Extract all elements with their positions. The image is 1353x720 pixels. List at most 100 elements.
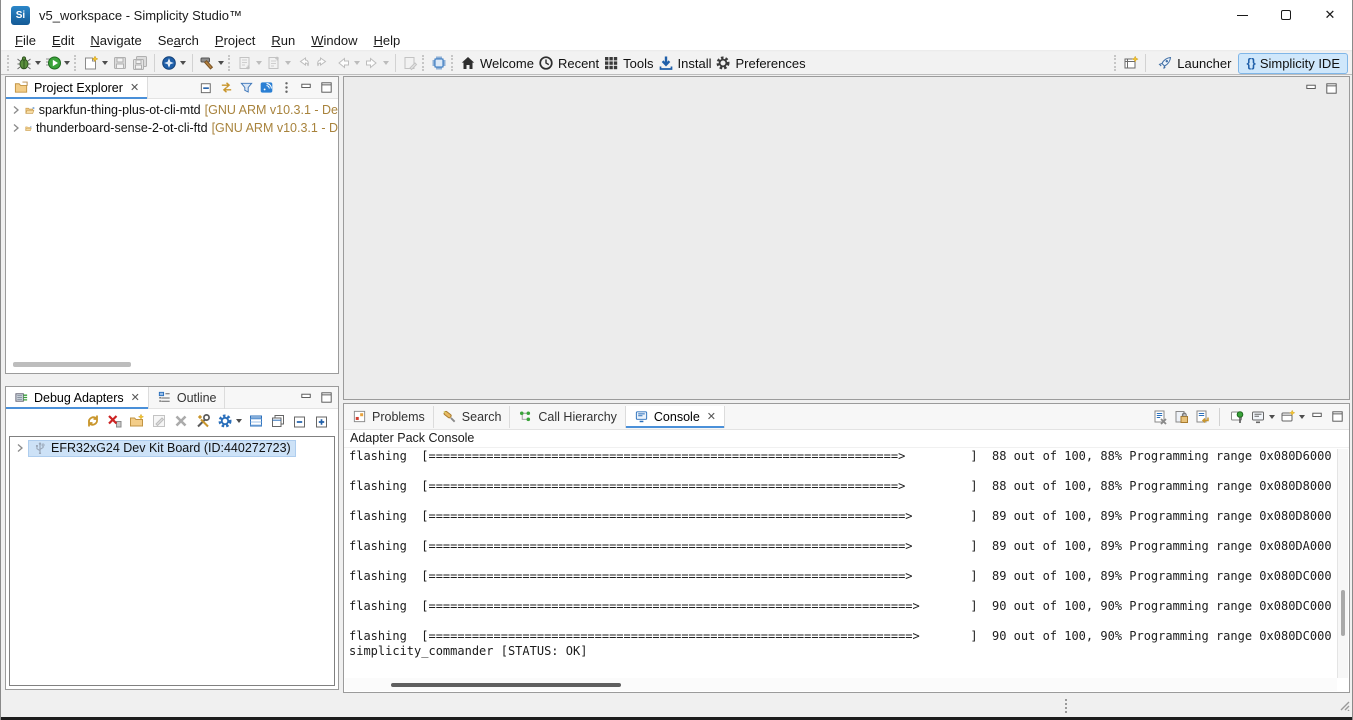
maximize-view-button[interactable]: [1330, 409, 1345, 424]
open-perspective-button[interactable]: [1121, 53, 1141, 74]
new-dropdown-caret[interactable]: [102, 61, 108, 65]
menu-item-window[interactable]: Window: [303, 30, 365, 51]
tree-item-project[interactable]: c thunderboard-sense-2-ot-cli-ftd [GNU A…: [6, 119, 338, 137]
console-horizontal-scrollbar[interactable]: [345, 678, 1337, 691]
maximize-button[interactable]: [1264, 0, 1308, 30]
collapse-all-button[interactable]: [199, 80, 214, 95]
menu-item-search[interactable]: Search: [150, 30, 207, 51]
refresh-adapters-button[interactable]: [85, 413, 101, 429]
debug-config-dropdown-caret[interactable]: [180, 61, 186, 65]
braces-icon: {}: [1246, 56, 1255, 70]
close-tab-icon[interactable]: ✕: [130, 81, 139, 94]
console-vertical-scrollbar[interactable]: [1337, 449, 1348, 678]
maximize-view-button[interactable]: [319, 390, 334, 405]
maximize-icon: [1281, 10, 1291, 20]
debug-adapters-tab-label: Debug Adapters: [34, 391, 124, 405]
tab-console[interactable]: Console ✕: [626, 406, 725, 428]
device-selection[interactable]: EFR32xG24 Dev Kit Board (ID:440272723): [29, 441, 295, 456]
menu-item-run[interactable]: Run: [263, 30, 303, 51]
new-group-button[interactable]: [129, 413, 145, 429]
debug-adapters-tabrow: Debug Adapters ✕ Outline: [6, 387, 338, 409]
adapter-tools-button[interactable]: [195, 413, 211, 429]
flash-programmer-button[interactable]: [429, 53, 449, 74]
minimize-view-button[interactable]: [299, 80, 314, 95]
welcome-button[interactable]: Welcome: [458, 53, 536, 74]
word-wrap-button[interactable]: [1194, 409, 1210, 425]
view-menu-icon: [279, 80, 294, 95]
tools-button[interactable]: Tools: [601, 53, 655, 74]
launcher-perspective-button[interactable]: Launcher: [1150, 53, 1238, 74]
run-dropdown-caret[interactable]: [64, 61, 70, 65]
tab-debug-adapters[interactable]: Debug Adapters ✕: [6, 387, 149, 409]
resize-grip[interactable]: [1338, 698, 1350, 716]
console-body[interactable]: flashing [==============================…: [345, 449, 1337, 678]
menu-item-file[interactable]: File: [7, 30, 44, 51]
filter-button[interactable]: [239, 80, 254, 95]
view-menu-button[interactable]: [279, 80, 294, 95]
tab-outline[interactable]: Outline: [149, 387, 226, 409]
copy-layout-button[interactable]: [270, 413, 286, 429]
minimize-button[interactable]: [1220, 0, 1264, 30]
install-button[interactable]: Install: [656, 53, 714, 74]
si-view-button[interactable]: [259, 80, 274, 95]
maximize-view-icon: [319, 80, 334, 95]
debug-button[interactable]: [14, 53, 43, 74]
build-dropdown-caret[interactable]: [218, 61, 224, 65]
adapter-settings-button[interactable]: [217, 413, 242, 429]
debug-dropdown-caret[interactable]: [35, 61, 41, 65]
project-name: thunderboard-sense-2-ot-cli-ftd: [36, 121, 208, 135]
project-decorator: [GNU ARM v10.3.1 - D: [212, 121, 338, 135]
minimize-view-button[interactable]: [299, 390, 314, 405]
collapse-all-button[interactable]: [292, 413, 308, 429]
new-button[interactable]: [81, 53, 110, 74]
pin-console-button[interactable]: [1229, 409, 1245, 425]
maximize-view-icon: [319, 390, 334, 405]
install-icon: [658, 55, 674, 71]
horizontal-scrollbar-thumb[interactable]: [13, 362, 131, 367]
simplicity-ide-perspective-button[interactable]: {} Simplicity IDE: [1238, 53, 1348, 74]
recent-button[interactable]: Recent: [536, 53, 601, 74]
build-button[interactable]: [197, 53, 226, 74]
rename-icon: [151, 413, 167, 429]
close-button[interactable]: ✕: [1308, 0, 1352, 30]
vertical-scrollbar-thumb[interactable]: [1341, 590, 1345, 636]
tab-call-hierarchy[interactable]: Call Hierarchy: [510, 406, 626, 428]
tab-project-explorer[interactable]: Project Explorer ✕: [6, 77, 148, 99]
disconnect-adapter-button[interactable]: [107, 413, 123, 429]
debug-config-button[interactable]: [159, 53, 188, 74]
c-project-folder-icon: c: [25, 121, 32, 136]
menu-item-project[interactable]: Project: [207, 30, 263, 51]
expander-chevron-icon[interactable]: [11, 104, 21, 116]
maximize-view-button[interactable]: [319, 80, 334, 95]
display-console-caret[interactable]: [1269, 415, 1275, 419]
expand-all-button[interactable]: [314, 413, 330, 429]
run-icon: [45, 55, 61, 71]
minimize-view-button[interactable]: [1304, 81, 1319, 96]
preferences-button[interactable]: Preferences: [713, 53, 807, 74]
console-tab-label: Console: [654, 410, 700, 424]
open-console-caret[interactable]: [1299, 415, 1305, 419]
tree-item-project[interactable]: c sparkfun-thing-plus-ot-cli-mtd [GNU AR…: [6, 101, 338, 119]
adapter-settings-caret[interactable]: [236, 419, 242, 423]
menu-item-help[interactable]: Help: [365, 30, 408, 51]
scroll-lock-button[interactable]: [1173, 409, 1189, 425]
horizontal-scrollbar-thumb[interactable]: [391, 683, 621, 687]
menu-item-navigate[interactable]: Navigate: [82, 30, 149, 51]
tab-problems[interactable]: Problems: [344, 406, 434, 428]
close-tab-icon[interactable]: ✕: [707, 410, 716, 423]
link-with-editor-button[interactable]: [219, 80, 234, 95]
expander-chevron-icon[interactable]: [11, 122, 21, 134]
expander-chevron-icon[interactable]: [15, 442, 25, 454]
run-button[interactable]: [43, 53, 72, 74]
menu-item-edit[interactable]: Edit: [44, 30, 82, 51]
tab-search[interactable]: Search: [434, 406, 511, 428]
console-output: flashing [==============================…: [345, 449, 1337, 659]
display-console-button[interactable]: [1250, 409, 1275, 425]
maximize-view-button[interactable]: [1324, 81, 1339, 96]
open-console-button[interactable]: [1280, 409, 1305, 425]
columns-view-button[interactable]: [248, 413, 264, 429]
clear-console-button[interactable]: [1152, 409, 1168, 425]
close-tab-icon[interactable]: ✕: [131, 391, 140, 404]
minimize-view-button[interactable]: [1310, 409, 1325, 424]
tree-item-device[interactable]: EFR32xG24 Dev Kit Board (ID:440272723): [10, 439, 334, 457]
